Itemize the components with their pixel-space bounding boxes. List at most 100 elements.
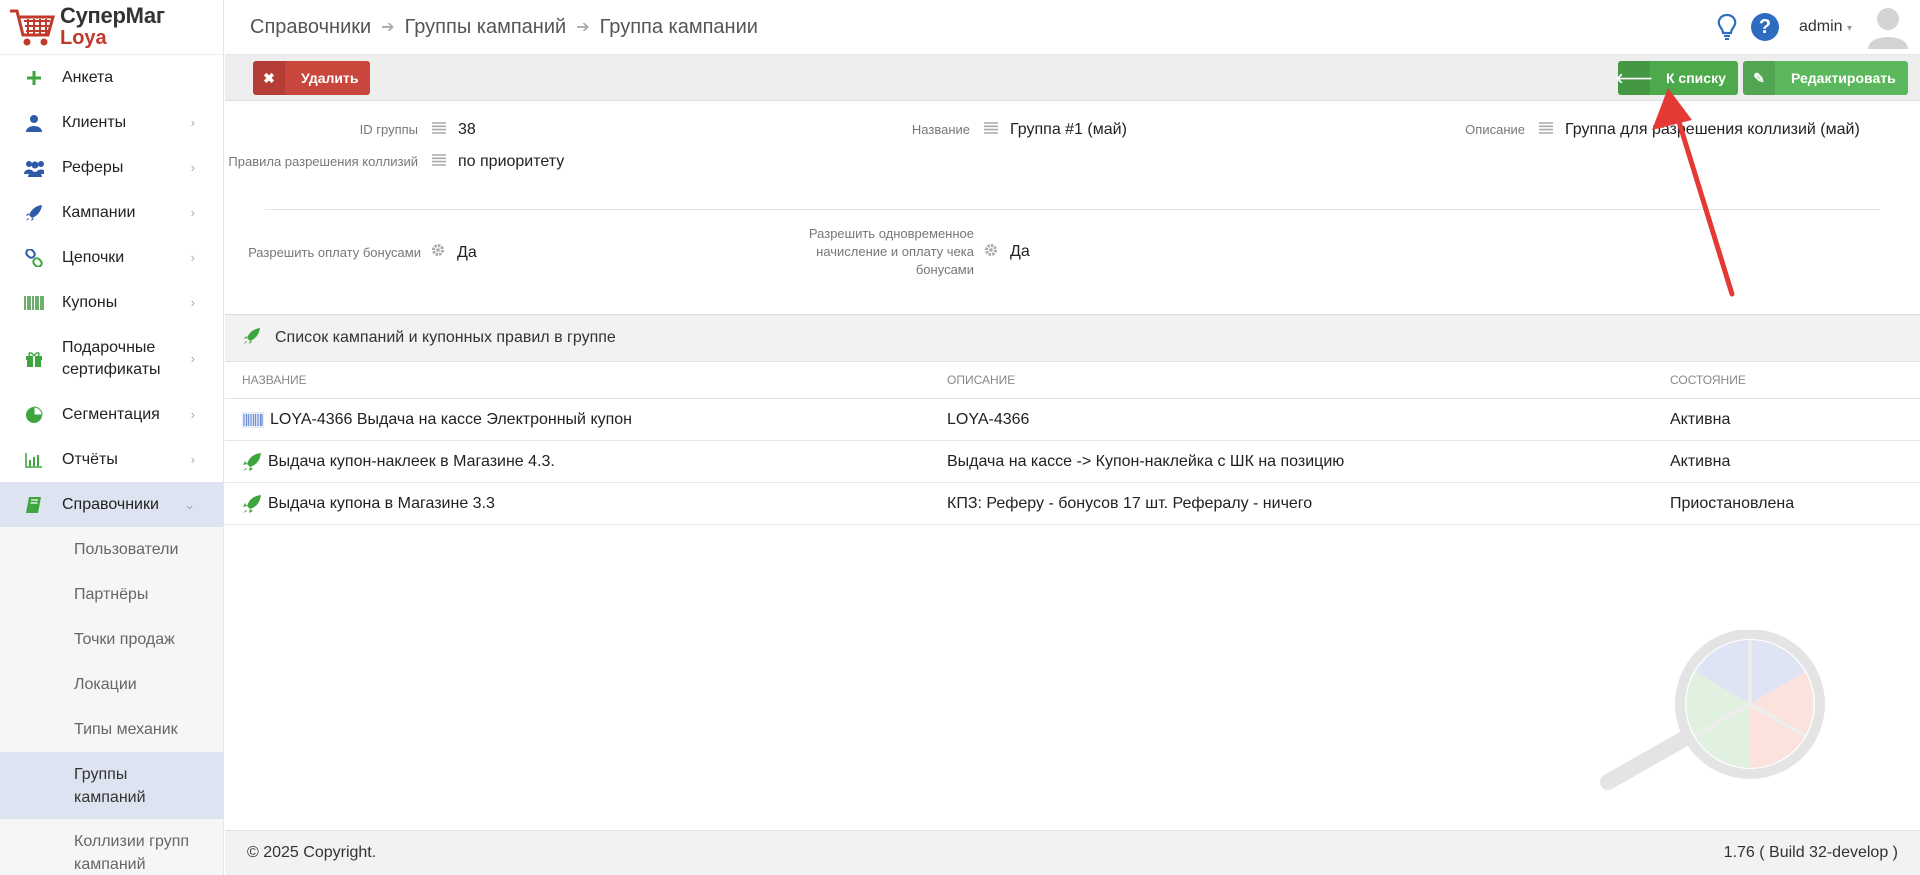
close-icon: ✖ <box>253 61 285 95</box>
breadcrumb-item[interactable]: Справочники <box>250 16 371 39</box>
sidebar-item-coupons[interactable]: Купоны › <box>0 280 223 325</box>
user-icon <box>24 113 44 133</box>
user-name: admin <box>1798 18 1843 35</box>
chevron-right-icon: › <box>190 160 195 175</box>
chevron-down-icon: ⌄ <box>184 496 195 512</box>
sidebar-item-anketa[interactable]: Анкета <box>0 55 223 100</box>
field-label: Правила разрешения коллизий <box>228 154 418 169</box>
cart-logo-icon <box>10 9 55 46</box>
field-label: Разрешить оплату бонусами <box>248 244 421 260</box>
campaigns-section-header: Список кампаний и купонных правил в груп… <box>225 314 1920 362</box>
rocket-icon <box>242 494 262 514</box>
field-label: Описание <box>1465 122 1525 137</box>
edit-button[interactable]: ✎ Редактировать <box>1743 61 1908 95</box>
sidebar: СуперМаг Loya Анкета Клиенты › Реферы › … <box>0 0 224 875</box>
breadcrumb-item[interactable]: Группы кампаний <box>405 16 567 39</box>
sidebar-item-campaigns[interactable]: Кампании › <box>0 190 223 235</box>
sidebar-item-label: Отчёты <box>62 450 118 468</box>
row-state: Приостановлена <box>1670 494 1795 512</box>
field-label: ID группы <box>359 122 418 137</box>
table-row[interactable]: LOYA-4366 Выдача на кассе Электронный ку… <box>225 399 1920 441</box>
gear-icon <box>431 243 445 262</box>
lightbulb-icon[interactable] <box>1717 13 1737 41</box>
help-icon[interactable]: ? <box>1750 13 1779 41</box>
sidebar-item-label: Реферы <box>62 158 124 176</box>
arrow-right-icon: ➔ <box>381 19 395 36</box>
field-name: Название Группа #1 (май) <box>665 121 1127 139</box>
field-allow-simultaneous: Разрешить одновременное начисление и опл… <box>665 225 1030 279</box>
chevron-right-icon: › <box>190 351 195 366</box>
field-label: Разрешить одновременное начисление и опл… <box>808 226 974 277</box>
rocket-icon <box>243 327 261 350</box>
sidebar-item-reports[interactable]: Отчёты › <box>0 437 223 482</box>
row-name[interactable]: Выдача купона в Магазине 3.3 <box>268 495 495 513</box>
plus-icon <box>24 68 44 88</box>
sidebar-item-label: Сегментация <box>62 405 160 423</box>
row-description: Выдача на кассе -> Купон-наклейка с ШК н… <box>947 452 1345 470</box>
column-header-name[interactable]: НАЗВАНИЕ <box>242 362 307 398</box>
barcode-icon <box>242 411 264 428</box>
row-name[interactable]: Выдача купон-наклеек в Магазине 4.3. <box>268 453 555 471</box>
chevron-right-icon: › <box>190 250 195 265</box>
divider <box>265 209 1880 210</box>
chevron-right-icon: › <box>190 295 195 310</box>
sidebar-item-chains[interactable]: Цепочки › <box>0 235 223 280</box>
sidebar-item-label: Подарочные сертификаты <box>62 338 161 378</box>
version: 1.76 ( Build 32-develop ) <box>1723 844 1898 861</box>
sidebar-item-references[interactable]: Справочники ⌄ <box>0 482 223 527</box>
chevron-right-icon: › <box>190 115 195 130</box>
sidebar-item-gift-certificates[interactable]: Подарочные сертификаты › <box>0 325 223 392</box>
sidebar-item-clients[interactable]: Клиенты › <box>0 100 223 145</box>
sidebar-subitem-partners[interactable]: Партнёры <box>0 572 223 617</box>
logo-title: СуперМаг <box>60 3 165 28</box>
sidebar-item-label: Купоны <box>62 293 118 311</box>
rocket-icon <box>24 203 44 223</box>
chevron-right-icon: › <box>190 407 195 422</box>
user-menu[interactable]: admin ▾ <box>1799 18 1852 36</box>
sidebar-subitem-users[interactable]: Пользователи <box>0 527 223 572</box>
sidebar-item-refers[interactable]: Реферы › <box>0 145 223 190</box>
field-value: Да <box>457 243 477 261</box>
field-label: Название <box>911 122 970 137</box>
sidebar-subitem-locations[interactable]: Локации <box>0 662 223 707</box>
breadcrumb: Справочники ➔ Группы кампаний ➔ Группа к… <box>225 16 1717 39</box>
table-header: НАЗВАНИЕ ОПИСАНИЕ СОСТОЯНИЕ <box>225 362 1920 399</box>
bar-chart-icon <box>24 450 44 470</box>
row-name[interactable]: LOYA-4366 Выдача на кассе Электронный ку… <box>270 411 632 429</box>
field-allow-bonus-payment: Разрешить оплату бонусами Да <box>225 243 477 262</box>
logo[interactable]: СуперМаг Loya <box>0 0 223 55</box>
gift-icon <box>24 349 44 369</box>
magnifier-watermark-icon <box>1600 630 1825 790</box>
list-icon <box>1539 121 1553 139</box>
row-description: LOYA-4366 <box>947 410 1030 428</box>
row-description: КПЗ: Реферу - бонусов 17 шт. Рефералу - … <box>947 494 1313 512</box>
list-icon <box>432 153 446 171</box>
caret-down-icon: ▾ <box>1846 23 1852 34</box>
column-header-description[interactable]: ОПИСАНИЕ <box>947 362 1015 398</box>
table-row[interactable]: Выдача купон-наклеек в Магазине 4.3. Выд… <box>225 441 1920 483</box>
delete-button[interactable]: ✖ Удалить <box>253 61 371 95</box>
sidebar-subitem-sale-points[interactable]: Точки продаж <box>0 617 223 662</box>
pie-chart-icon <box>24 405 44 425</box>
logo-subtitle: Loya <box>60 27 107 49</box>
table-row[interactable]: Выдача купона в Магазине 3.3 КПЗ: Реферу… <box>225 483 1920 525</box>
sidebar-item-label: Справочники <box>62 495 159 513</box>
list-icon <box>984 121 998 139</box>
pencil-icon: ✎ <box>1743 61 1775 95</box>
sidebar-subitem-group-collisions[interactable]: Коллизии групп кампаний <box>0 819 223 875</box>
rocket-icon <box>242 452 262 472</box>
sidebar-item-segmentation[interactable]: Сегментация › <box>0 392 223 437</box>
chevron-right-icon: › <box>190 452 195 467</box>
sidebar-item-label: Кампании <box>62 203 136 221</box>
footer: © 2025 Copyright. 1.76 ( Build 32-develo… <box>225 830 1920 875</box>
arrow-right-icon: ➔ <box>576 19 590 36</box>
column-header-state[interactable]: СОСТОЯНИЕ <box>1670 362 1746 398</box>
field-value: 38 <box>458 121 476 138</box>
sidebar-item-label: Анкета <box>62 68 114 86</box>
sidebar-item-label: Цепочки <box>62 248 125 266</box>
avatar[interactable] <box>1868 5 1908 49</box>
barcode-icon <box>24 293 44 313</box>
sidebar-subitem-mechanic-types[interactable]: Типы механик <box>0 707 223 752</box>
gear-icon <box>984 243 998 262</box>
sidebar-subitem-campaign-groups[interactable]: Группы кампаний <box>0 752 223 819</box>
